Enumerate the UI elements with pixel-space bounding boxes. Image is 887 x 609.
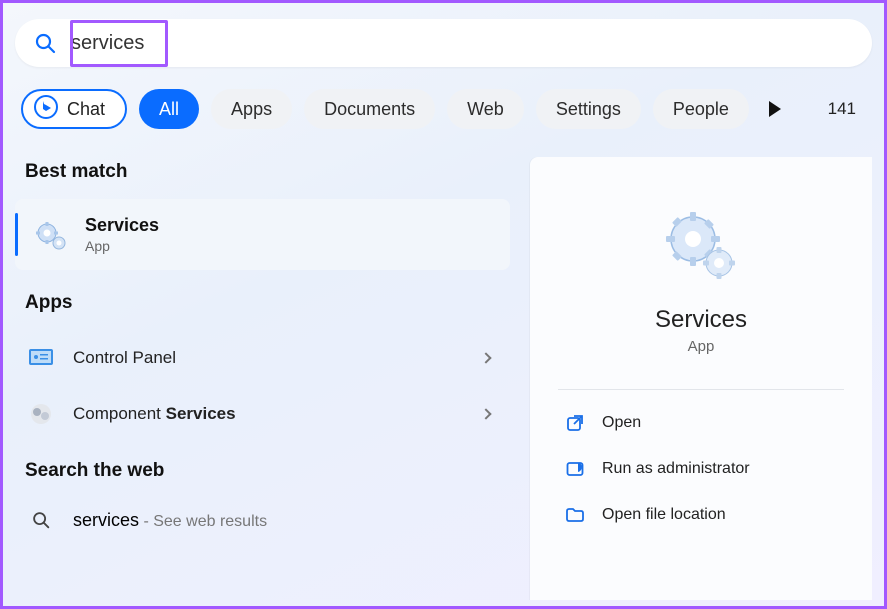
content-area: Best match Services A [3,157,884,600]
web-hint: - See web results [139,513,267,530]
tab-settings[interactable]: Settings [536,89,641,129]
tab-all[interactable]: All [139,89,199,129]
detail-app-icon [558,207,844,286]
apps-result-component-services[interactable]: Component Services [15,386,510,442]
tab-web[interactable]: Web [447,89,524,129]
services-app-icon [33,217,69,253]
shield-icon [564,458,586,480]
open-icon [564,412,586,434]
results-column: Best match Services A [15,157,510,600]
filter-row: Chat All Apps Documents Web Settings Peo… [3,67,884,129]
best-match-subtitle: App [85,238,159,254]
tab-label: Chat [67,99,105,120]
detail-subtitle: App [558,338,844,355]
tab-apps[interactable]: Apps [211,89,292,129]
detail-panel: Services App Open Run as administrator [530,157,872,600]
tab-people[interactable]: People [653,89,749,129]
search-icon [27,506,55,534]
tab-documents[interactable]: Documents [304,89,435,129]
divider [558,389,844,390]
chevron-right-icon [480,352,491,363]
action-label: Open file location [602,506,726,524]
section-best-match: Best match [15,157,510,199]
text-prefix: Component [73,404,166,423]
action-run-admin[interactable]: Run as administrator [558,446,844,492]
detail-title: Services [558,306,844,334]
chevron-right-icon [480,408,491,419]
best-match-title: Services [85,215,159,236]
result-label: Component Services [73,404,464,424]
section-apps: Apps [15,288,510,330]
control-panel-icon [27,344,55,372]
more-arrow-icon[interactable] [769,101,781,117]
result-label: Control Panel [73,348,464,368]
folder-icon [564,504,586,526]
bing-chat-icon [33,94,59,125]
tab-chat[interactable]: Chat [21,89,127,129]
result-count: 141 [828,99,866,119]
web-query: services [73,510,139,530]
best-match-result[interactable]: Services App [15,199,510,270]
search-icon [33,31,57,55]
text-bold: Services [166,404,236,423]
action-label: Open [602,414,641,432]
web-result-label: services - See web results [73,510,267,531]
section-search-web: Search the web [15,456,510,498]
component-services-icon [27,400,55,428]
action-open[interactable]: Open [558,400,844,446]
action-open-location[interactable]: Open file location [558,492,844,538]
web-result-services[interactable]: services - See web results [15,498,510,534]
action-label: Run as administrator [602,460,750,478]
search-bar[interactable] [15,19,872,67]
search-input[interactable] [71,32,854,55]
apps-result-control-panel[interactable]: Control Panel [15,330,510,386]
